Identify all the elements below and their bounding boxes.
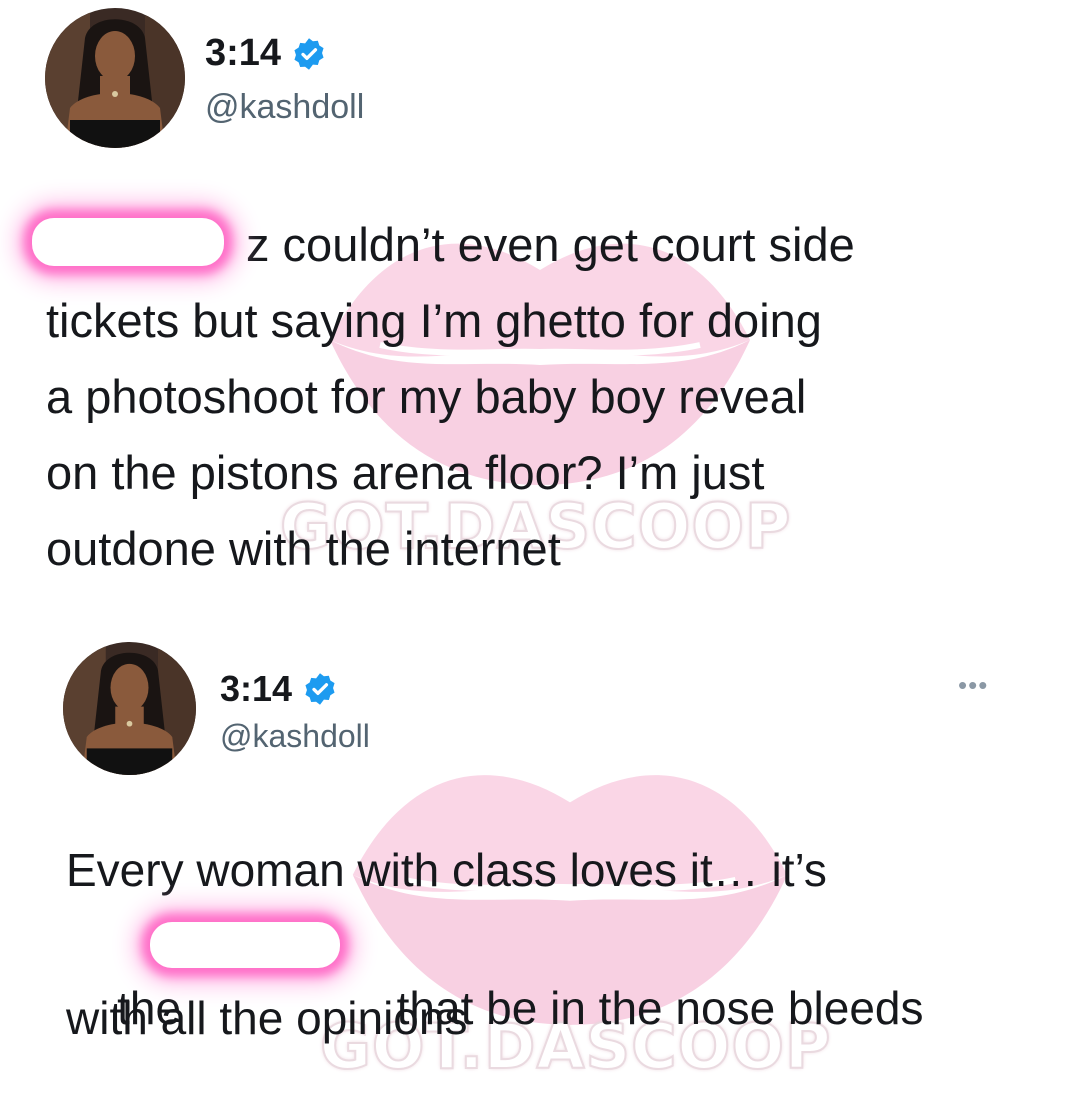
more-options-icon[interactable]: •••: [958, 670, 988, 701]
user-handle[interactable]: @kashdoll: [220, 718, 370, 755]
name-row: 3:14: [205, 32, 327, 75]
verified-badge-icon: [294, 37, 324, 70]
verified-badge-icon: [305, 673, 335, 705]
tweet-2[interactable]: 3:14 @kashdoll ••• Every woman with clas…: [0, 630, 1080, 1080]
tweet-time[interactable]: 3:14: [220, 668, 292, 710]
tweet-1[interactable]: 3:14 @kashdoll z couldn’t even get court…: [0, 0, 1080, 600]
profile-photo-icon: [45, 8, 185, 148]
censor-blur: [150, 922, 340, 968]
profile-photo-icon: [63, 642, 196, 775]
name-row: 3:14: [220, 668, 338, 710]
tweet-time[interactable]: 3:14: [205, 32, 281, 75]
avatar[interactable]: [45, 8, 185, 148]
user-handle[interactable]: @kashdoll: [205, 88, 364, 127]
censor-blur: [32, 218, 224, 266]
avatar[interactable]: [63, 642, 196, 775]
tweet-text-line-3: with all the opinions: [66, 992, 468, 1044]
tweet-text-line-1: Every woman with class loves it… it’s: [66, 844, 827, 896]
